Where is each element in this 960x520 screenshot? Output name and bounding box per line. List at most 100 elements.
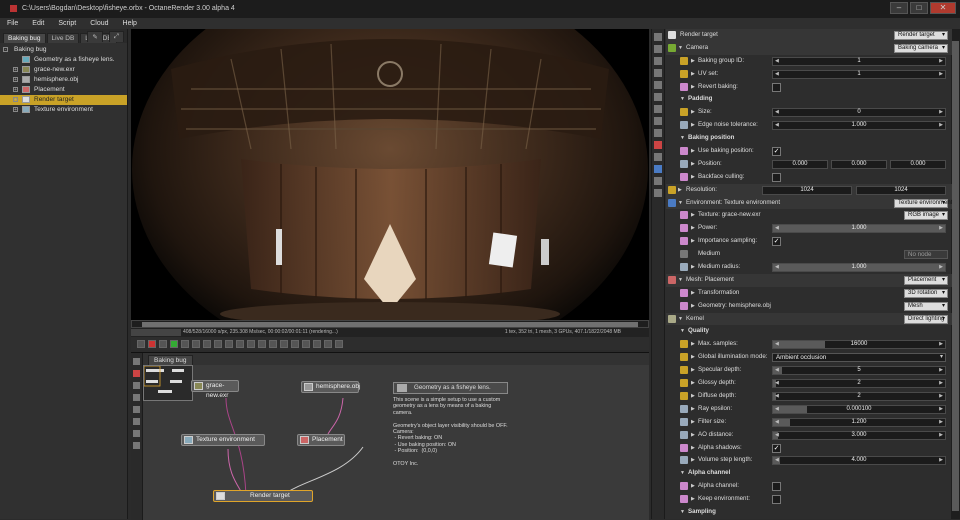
- region-icon[interactable]: [170, 339, 178, 348]
- resolution-width-input[interactable]: 1024: [762, 185, 852, 195]
- menu-cloud[interactable]: Cloud: [83, 18, 115, 29]
- light-preset-icon[interactable]: [654, 129, 662, 137]
- power-slider[interactable]: ◀ 1.000 ▶: [772, 224, 946, 234]
- camera-icon[interactable]: [133, 406, 140, 413]
- node-graph-canvas[interactable]: grace-new.exr hemisphere.obj Texture env…: [143, 365, 649, 520]
- tree-item-selected[interactable]: + Render target: [0, 95, 127, 105]
- stop-render-icon[interactable]: [181, 339, 189, 348]
- keep-environment-checkbox[interactable]: [772, 495, 781, 505]
- env-preset-icon[interactable]: [654, 117, 662, 125]
- alpha-channel-checkbox[interactable]: [772, 482, 781, 492]
- graph-icon[interactable]: [133, 382, 140, 389]
- transformation-select[interactable]: 3D rotation: [904, 288, 948, 298]
- baking-position-group[interactable]: ▼ Baking position: [666, 132, 952, 145]
- expand-icon[interactable]: +: [13, 107, 18, 113]
- close-button[interactable]: ✕: [930, 2, 956, 14]
- expand-triangle-icon[interactable]: ▼: [678, 197, 683, 210]
- pick-white-icon[interactable]: [280, 339, 288, 348]
- expand-triangle-icon[interactable]: ▼: [678, 313, 683, 326]
- revert-baking-checkbox[interactable]: [772, 82, 781, 92]
- menu-script[interactable]: Script: [51, 18, 83, 29]
- edge-noise-slider[interactable]: ◀ 1.000 ▶: [772, 121, 946, 131]
- geometry-type-select[interactable]: Mesh: [904, 301, 948, 311]
- padding-group[interactable]: ▼ Padding: [666, 93, 952, 106]
- use-baking-position-checkbox[interactable]: ✓: [772, 147, 781, 157]
- maximize-icon[interactable]: ⤢: [108, 31, 124, 42]
- node-texture-environment[interactable]: Texture environment: [181, 434, 265, 446]
- quality-group[interactable]: ▼ Quality: [666, 325, 952, 338]
- delete-icon[interactable]: [133, 370, 140, 377]
- volume-step-slider[interactable]: ◀ 4.000 ▶: [772, 456, 946, 466]
- tree-item[interactable]: + Placement: [0, 85, 127, 95]
- tree-item[interactable]: Geometry as a fisheye lens.: [0, 55, 127, 65]
- node-grace-new[interactable]: grace-new.exr: [191, 380, 239, 399]
- stop-icon[interactable]: [148, 339, 156, 348]
- tab-baking-bug[interactable]: Baking bug: [3, 33, 46, 43]
- maximize-button[interactable]: □: [910, 2, 928, 14]
- position-x-input[interactable]: 0.000: [772, 159, 828, 169]
- baking-group-id-input[interactable]: ◀ 1 ▶: [772, 56, 946, 66]
- clay-icon[interactable]: [236, 339, 244, 348]
- lock-icon[interactable]: [225, 339, 233, 348]
- medium-radius-slider[interactable]: ◀ 1.000 ▶: [772, 263, 946, 273]
- menu-file[interactable]: File: [0, 18, 25, 29]
- save-image-icon[interactable]: [324, 339, 332, 348]
- image-preset-icon[interactable]: [654, 69, 662, 77]
- inspector-scroll-thumb[interactable]: [952, 41, 959, 511]
- comment-node[interactable]: Geometry as a fisheye lens. This scene i…: [393, 382, 508, 467]
- position-y-input[interactable]: 0.000: [831, 159, 887, 169]
- wrench-icon[interactable]: ✎: [87, 31, 103, 42]
- render-viewport[interactable]: [131, 29, 649, 320]
- backface-culling-checkbox[interactable]: [772, 172, 781, 182]
- gi-mode-select[interactable]: Ambient occlusion: [772, 353, 946, 363]
- tree-root[interactable]: - Baking bug: [0, 45, 127, 55]
- minimize-button[interactable]: ‒: [890, 2, 908, 14]
- pick-focus-icon[interactable]: [269, 339, 277, 348]
- settings-icon[interactable]: [335, 339, 343, 348]
- kernel-preset-icon[interactable]: [654, 105, 662, 113]
- node-placement[interactable]: Placement: [297, 434, 345, 446]
- tree-item[interactable]: + hemisphere.obj: [0, 75, 127, 85]
- camera-type-select[interactable]: Baking camera: [894, 43, 948, 53]
- layers-icon[interactable]: [133, 418, 140, 425]
- size-input[interactable]: ◀ 0 ▶: [772, 108, 946, 118]
- environment-type-select[interactable]: Texture environment: [894, 198, 952, 208]
- viewport-scrollbar[interactable]: [131, 320, 649, 328]
- specular-depth-slider[interactable]: ◀ 5 ▶: [772, 366, 946, 376]
- glossy-depth-slider[interactable]: ◀ 2 ▶: [772, 379, 946, 389]
- importance-sampling-checkbox[interactable]: ✓: [772, 237, 781, 247]
- kernel-type-select[interactable]: Direct lighting: [904, 314, 948, 324]
- node-render-target[interactable]: Render target: [213, 490, 313, 502]
- sampling-group[interactable]: ▼ Sampling: [666, 506, 952, 519]
- alpha-shadows-checkbox[interactable]: ✓: [772, 443, 781, 453]
- subsample-icon[interactable]: [247, 339, 255, 348]
- max-samples-slider[interactable]: ◀ 16000 ▶: [772, 340, 946, 350]
- node-hemisphere[interactable]: hemisphere.obj: [301, 381, 360, 393]
- film-preset-icon[interactable]: [654, 93, 662, 101]
- expand-triangle-icon[interactable]: ▼: [678, 274, 683, 287]
- material-preset-icon[interactable]: [654, 141, 662, 149]
- inspector-scrollbar[interactable]: [951, 29, 960, 519]
- expand-triangle-icon[interactable]: ▼: [678, 42, 683, 55]
- object-preset-icon[interactable]: [654, 153, 662, 161]
- camera-preset-icon[interactable]: [654, 81, 662, 89]
- volume-preset-icon[interactable]: [654, 165, 662, 173]
- restart-icon[interactable]: [192, 339, 200, 348]
- alpha-channel-group[interactable]: ▼ Alpha channel: [666, 467, 952, 480]
- add-node-icon[interactable]: [133, 358, 140, 365]
- recenter-icon[interactable]: [137, 339, 145, 348]
- menu-edit[interactable]: Edit: [25, 18, 51, 29]
- pause-icon[interactable]: [203, 339, 211, 348]
- uv-set-input[interactable]: ◀ 1 ▶: [772, 69, 946, 79]
- diffuse-depth-slider[interactable]: ◀ 2 ▶: [772, 391, 946, 401]
- render-layer-icon[interactable]: [654, 189, 662, 197]
- expand-icon[interactable]: +: [13, 87, 18, 93]
- render-target-select[interactable]: Render target: [894, 31, 948, 40]
- filter-size-slider[interactable]: ◀ 1.200 ▶: [772, 417, 946, 427]
- expand-icon[interactable]: +: [13, 67, 18, 73]
- light-icon[interactable]: [133, 430, 140, 437]
- scrollbar-thumb[interactable]: [142, 322, 638, 327]
- resolution-height-input[interactable]: 1024: [856, 185, 946, 195]
- material-icon[interactable]: [133, 442, 140, 449]
- play-icon[interactable]: [214, 339, 222, 348]
